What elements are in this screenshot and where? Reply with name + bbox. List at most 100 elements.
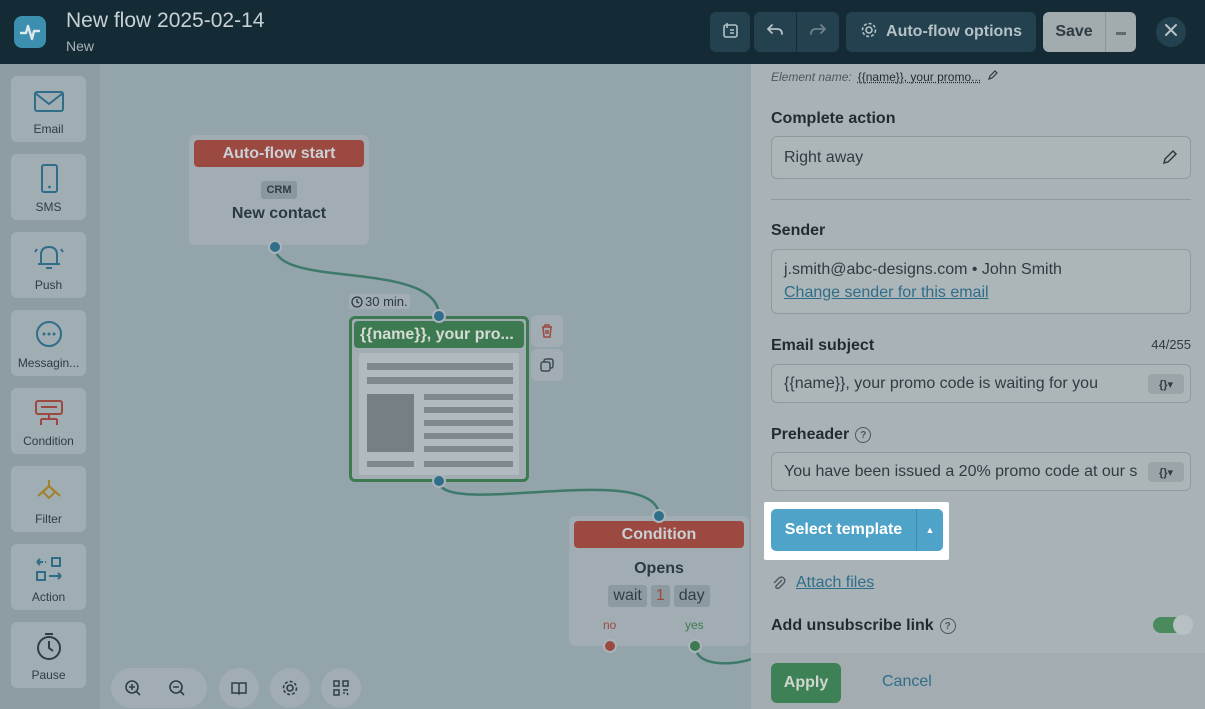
zoom-in-button[interactable] [111,668,155,708]
copy-icon [540,358,554,372]
node-header: Condition [574,521,744,548]
palette-item-label: Push [34,278,63,292]
subject-value: {{name}}, your promo code is waiting for… [784,375,1098,392]
insert-variable-button[interactable]: {}▾ [1148,374,1184,394]
zoom-out-icon [169,680,185,696]
select-template-highlight: Select template ▲ [764,502,949,560]
trash-icon [542,324,552,338]
node-header: {{name}}, your pro... [354,321,524,348]
auto-flow-options-button[interactable]: Auto-flow options [846,12,1036,52]
select-template-button[interactable]: Select template [771,509,917,551]
redo-icon [809,21,827,44]
element-name-row: Element name: {{name}}, your promo... [771,69,999,84]
crm-badge: CRM [261,181,297,199]
save-button[interactable]: Save [1043,12,1106,52]
palette-item-email[interactable]: Email [11,76,86,142]
complete-action-label: Complete action [771,110,896,127]
subject-label: Email subject [771,337,875,354]
attach-files-link[interactable]: Attach files [796,574,874,592]
flow-canvas[interactable]: Auto-flow start CRM New contact 30 min. … [100,64,751,709]
subject-input[interactable]: {{name}}, your promo code is waiting for… [771,364,1191,403]
condition-icon [34,400,63,425]
sender-label: Sender [771,222,826,239]
app-logo-icon[interactable] [14,16,46,48]
phone-icon [40,164,58,193]
settings-button[interactable] [270,668,310,708]
variable-icon: {}▾ [1158,466,1174,479]
output-connector[interactable] [268,240,282,254]
palette-item-label: Filter [35,512,62,526]
envelope-icon [33,91,64,112]
output-connector[interactable] [432,474,446,488]
cancel-button[interactable]: Cancel [882,673,932,691]
palette-item-pause[interactable]: Pause [11,622,86,688]
condition-node[interactable]: Condition Opens wait 1 day no yes [569,516,749,646]
sender-value: j.smith@abc-designs.com • John Smith [784,261,1062,278]
zoom-controls [111,668,207,708]
layout-button[interactable] [710,12,750,52]
palette-item-filter[interactable]: Filter [11,466,86,532]
apply-button[interactable]: Apply [771,663,841,703]
delay-label: 30 min. [349,294,410,309]
change-sender-link[interactable]: Change sender for this email [784,284,989,302]
unsubscribe-label: Add unsubscribe link [771,617,934,634]
close-button[interactable] [1156,17,1186,47]
palette-item-action[interactable]: Action [11,544,86,610]
help-icon[interactable]: ? [855,427,872,443]
action-icon [35,557,62,581]
zoom-in-icon [125,680,141,696]
email-node[interactable]: {{name}}, your pro... [349,316,529,482]
duplicate-node-button[interactable] [531,349,563,381]
book-icon [231,682,247,696]
preheader-input[interactable]: You have been issued a 20% promo code at… [771,452,1191,491]
input-connector[interactable] [652,509,666,523]
minimap-button[interactable] [321,668,361,708]
palette-item-label: Action [31,590,66,604]
preheader-label-row: Preheader ? [771,426,872,444]
unsubscribe-toggle[interactable] [1153,615,1193,635]
palette-item-condition[interactable]: Condition [11,388,86,454]
subject-char-count: 44/255 [1151,337,1191,352]
layout-icon [720,20,740,45]
select-template-button-group: Select template ▲ [771,509,943,551]
palette-item-messaging[interactable]: Messagin... [11,310,86,376]
variable-icon: {}▾ [1158,378,1174,391]
select-template-dropdown[interactable]: ▲ [917,509,943,551]
pencil-icon[interactable] [987,69,999,84]
gear-icon [860,21,878,44]
grid-icon [333,680,349,696]
delete-node-button[interactable] [531,315,563,347]
chevron-up-icon: ▲ [925,525,935,535]
input-connector[interactable] [432,309,446,323]
insert-variable-button[interactable]: {}▾ [1148,462,1184,482]
palette-item-push[interactable]: Push [11,232,86,298]
sender-field: j.smith@abc-designs.com • John Smith Cha… [771,249,1191,314]
attach-files-row[interactable]: Attach files [771,574,874,592]
gear-icon [282,680,298,696]
element-name-value[interactable]: {{name}}, your promo... [858,70,981,84]
palette-item-label: SMS [35,200,62,214]
flow-title[interactable]: New flow 2025-02-14 [66,9,264,33]
save-button-group: Save ▬ [1043,12,1136,52]
complete-action-field[interactable]: Right away [771,136,1191,179]
branch-no-label: no [603,618,617,632]
guide-button[interactable] [219,668,259,708]
undo-button[interactable] [754,12,796,52]
palette-item-sms[interactable]: SMS [11,154,86,220]
zoom-out-button[interactable] [155,668,199,708]
auto-flow-start-node[interactable]: Auto-flow start CRM New contact [189,135,369,245]
wait-row: wait 1 day [569,585,749,607]
branch-yes-label: yes [685,618,704,632]
yes-branch-connector[interactable] [688,639,702,653]
node-title: New contact [231,205,327,222]
redo-button[interactable] [797,12,839,52]
element-palette: Email SMS Push Messagin... Condition Fil… [0,64,100,709]
bell-icon [33,246,64,269]
wait-unit: day [673,585,710,607]
email-preview-thumbnail [359,353,519,475]
pencil-icon [1162,149,1178,170]
no-branch-connector[interactable] [603,639,617,653]
toggle-knob [1173,615,1193,635]
help-icon[interactable]: ? [939,618,956,634]
save-options-dropdown[interactable]: ▬ [1106,12,1136,52]
